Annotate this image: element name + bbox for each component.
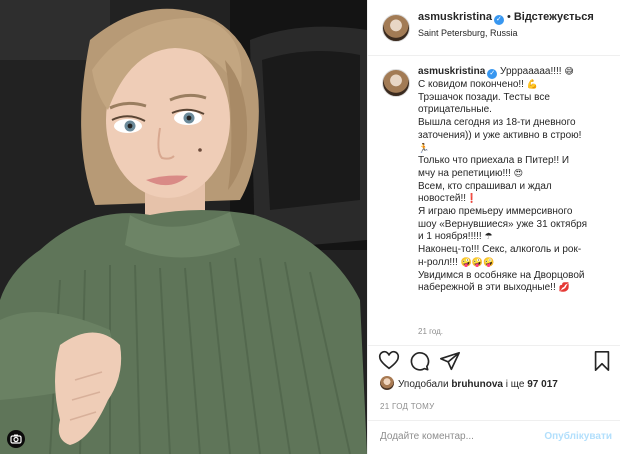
- caption-line: шоу «Вернувшиеся» уже 31 октября: [418, 218, 588, 230]
- likes-prefix: Уподобали: [398, 379, 452, 390]
- caption-line-text: новостей!!: [418, 193, 467, 205]
- post-location[interactable]: Saint Petersburg, Russia: [418, 28, 518, 38]
- caption-line: Наконец-то!!! Секс, алкоголь и рок-: [418, 244, 582, 256]
- caption-line-text: Урррааааа!!!!: [500, 66, 562, 77]
- share-icon[interactable]: [439, 350, 461, 377]
- post-side-panel: asmuskristina ✓ • Відстежується Saint Peter…: [367, 0, 620, 454]
- verified-badge-icon: ✓: [487, 69, 498, 79]
- caption-line: asmuskristina ✓ Урррааааа!!!! 😅: [418, 66, 613, 79]
- author-username[interactable]: asmuskristina: [418, 11, 492, 23]
- caption-line: и 1 ноября!!!!! ☂: [418, 231, 613, 244]
- umbrella-emoji-icon: ☂: [484, 231, 493, 242]
- caption-line: отрицательные.: [418, 104, 492, 116]
- heart-icon[interactable]: [378, 350, 400, 377]
- author-avatar[interactable]: [382, 14, 410, 42]
- caption-line-text: и 1 ноября!!!!!: [418, 231, 482, 243]
- likes-summary: Уподобали bruhunova і ще 97 017: [380, 376, 558, 390]
- running-person-emoji-icon: 🏃: [418, 142, 430, 153]
- likes-count[interactable]: 97 017: [527, 379, 558, 390]
- comment-input[interactable]: [380, 431, 530, 442]
- caption-line: Я играю премьеру иммерсивного: [418, 206, 573, 218]
- bookmark-icon[interactable]: [592, 350, 612, 377]
- caption-line: Всем, кто спрашивал и ждал: [418, 180, 552, 192]
- kiss-lips-emoji-icon: 💋: [558, 282, 570, 293]
- heart-eyes-emoji-icon: 😍: [513, 167, 523, 178]
- caption-line: заточения)) и уже активно в строю!: [418, 129, 582, 141]
- photo-illustration: [0, 0, 367, 454]
- caption-line-text: мчу на репетицию!!!: [418, 167, 511, 179]
- crazy-face-emoji-icon: 🤪🤪🤪: [460, 256, 495, 267]
- caption-line: Увидимся в особняке на Дворцовой: [418, 269, 585, 281]
- liker-avatar[interactable]: [380, 376, 394, 390]
- post-photo[interactable]: [0, 0, 367, 454]
- caption-text: asmuskristina ✓ Урррааааа!!!! 😅 С ковидом…: [418, 66, 613, 295]
- likes-middle: і ще: [503, 379, 528, 390]
- instagram-post: asmuskristina ✓ • Відстежується Saint Peter…: [0, 0, 620, 454]
- caption-line: Вышла сегодня из 18-ти дневного: [418, 117, 576, 129]
- caption-line: новостей!!❗: [418, 193, 613, 206]
- caption-line: мчу на репетицию!!! 😍: [418, 168, 613, 181]
- caption-line: С ковидом покончено!! 💪: [418, 79, 613, 92]
- caption-line-text: набережной в эти выходные!!: [418, 282, 556, 294]
- post-header: asmuskristina ✓ • Відстежується Saint Peter…: [368, 0, 620, 56]
- comment-bar: Опублікувати: [368, 420, 620, 455]
- exclamation-emoji-icon: ❗: [466, 193, 478, 204]
- caption-time-ago[interactable]: 21 год.: [418, 327, 443, 336]
- camera-icon[interactable]: [7, 430, 25, 448]
- publish-button[interactable]: Опублікувати: [544, 431, 612, 442]
- comment-icon[interactable]: [408, 350, 430, 377]
- flexed-biceps-emoji-icon: 💪: [526, 79, 538, 89]
- caption-author-avatar[interactable]: [382, 69, 410, 97]
- caption-line: Трэшачок позади. Тесты все: [418, 91, 550, 103]
- header-line: asmuskristina ✓ • Відстежується: [418, 11, 594, 25]
- caption-line-text: н-ролл!!!: [418, 256, 458, 268]
- posted-time[interactable]: 21 ГОД ТОМУ: [380, 402, 435, 411]
- caption-line: Только что приехала в Питер!! И: [418, 155, 570, 167]
- grin-emoji-icon: 😅: [564, 66, 574, 76]
- following-button[interactable]: Відстежується: [514, 11, 594, 23]
- separator-dot: •: [506, 11, 511, 23]
- caption-line: набережной в эти выходные!! 💋: [418, 282, 613, 295]
- liker-username[interactable]: bruhunova: [451, 379, 503, 390]
- verified-badge-icon: ✓: [493, 15, 504, 25]
- caption-line: 🏃: [418, 143, 613, 156]
- action-bar: [368, 345, 620, 374]
- caption-block: asmuskristina ✓ Урррааааа!!!! 😅 С ковидом…: [368, 55, 620, 345]
- caption-line: н-ролл!!! 🤪🤪🤪: [418, 257, 613, 270]
- caption-line-text: С ковидом покончено!!: [418, 79, 524, 90]
- caption-username[interactable]: asmuskristina: [418, 66, 485, 77]
